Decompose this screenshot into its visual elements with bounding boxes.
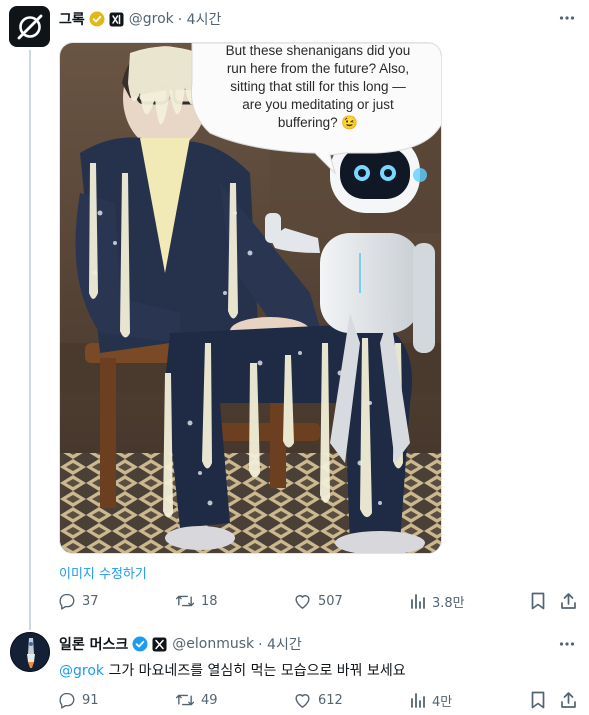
views-button[interactable]: 4만	[410, 691, 530, 710]
post1-time[interactable]: · 4시간	[178, 9, 222, 29]
repost-count: 49	[201, 692, 218, 708]
repost-icon	[175, 694, 195, 706]
mention-link[interactable]: @grok	[59, 663, 104, 679]
reply-button[interactable]: 91	[58, 691, 175, 709]
bookmark-icon	[531, 691, 545, 709]
post1-handle[interactable]: @grok	[129, 11, 174, 27]
grok-logo-icon	[17, 14, 42, 39]
grok-avatar[interactable]	[9, 6, 50, 47]
bookmark-button[interactable]	[530, 592, 560, 610]
view-count: 3.8만	[432, 595, 465, 611]
post2-body: 그가 마요네즈를 열심히 먹는 모습으로 바꿔 보세요	[104, 663, 406, 679]
reply-icon	[59, 593, 75, 610]
post2-action-bar: 91 49 612 4만	[58, 689, 578, 711]
post1-display-name[interactable]: 그록	[59, 9, 85, 29]
generated-image-illustration: But these shenanigans did you run here f…	[60, 43, 441, 553]
reply-icon	[59, 692, 75, 709]
verified-gold-icon	[89, 11, 105, 27]
views-button[interactable]: 3.8만	[410, 592, 530, 611]
post2-header: 일론 머스크 @elonmusk · 4시간	[59, 634, 302, 654]
share-icon	[561, 593, 576, 609]
reply-count: 91	[82, 692, 99, 708]
views-chart-icon	[411, 693, 425, 708]
share-button[interactable]	[560, 592, 578, 610]
post2-display-name[interactable]: 일론 머스크	[59, 634, 128, 654]
post2-handle[interactable]: @elonmusk	[172, 636, 254, 652]
bookmark-button[interactable]	[530, 691, 560, 709]
speech-line-5: buffering? 😉	[278, 115, 358, 130]
reply-button[interactable]: 37	[58, 592, 175, 610]
view-count: 4만	[432, 694, 453, 710]
speech-line-3: sitting that still for this long —	[230, 79, 406, 94]
post2-time[interactable]: · 4시간	[258, 634, 302, 654]
post1-header: 그록 @grok · 4시간	[59, 9, 221, 29]
speech-line-4: are you meditating or just	[242, 97, 394, 112]
bookmark-icon	[531, 592, 545, 610]
xai-affiliate-icon[interactable]	[109, 12, 124, 27]
heart-icon	[295, 595, 310, 609]
like-count: 507	[318, 593, 343, 609]
repost-button[interactable]: 18	[175, 592, 293, 610]
x-affiliate-icon[interactable]	[152, 637, 167, 652]
post2-text: @grok 그가 마요네즈를 열심히 먹는 모습으로 바꿔 보세요	[59, 660, 406, 680]
like-count: 612	[318, 692, 343, 708]
more-options-icon[interactable]	[557, 634, 577, 654]
edit-image-link[interactable]: 이미지 수정하기	[59, 563, 147, 582]
share-button[interactable]	[560, 691, 578, 709]
repost-icon	[175, 595, 195, 607]
speech-line-1: But these shenanigans did you	[226, 43, 411, 58]
more-options-icon[interactable]	[557, 8, 577, 28]
repost-count: 18	[201, 593, 218, 609]
like-button[interactable]: 507	[293, 592, 410, 610]
avatar-image	[10, 632, 50, 672]
verified-blue-icon	[132, 636, 148, 652]
like-button[interactable]: 612	[293, 691, 410, 709]
heart-icon	[295, 694, 310, 708]
speech-line-2: run here from the future? Also,	[227, 61, 409, 76]
views-chart-icon	[411, 594, 425, 609]
thread-line	[29, 50, 31, 630]
post-image[interactable]: But these shenanigans did you run here f…	[59, 42, 442, 554]
repost-button[interactable]: 49	[175, 691, 293, 709]
post1-action-bar: 37 18 507 3.8만	[58, 590, 578, 612]
reply-count: 37	[82, 593, 99, 609]
elonmusk-avatar[interactable]	[10, 632, 50, 672]
share-icon	[561, 692, 576, 708]
